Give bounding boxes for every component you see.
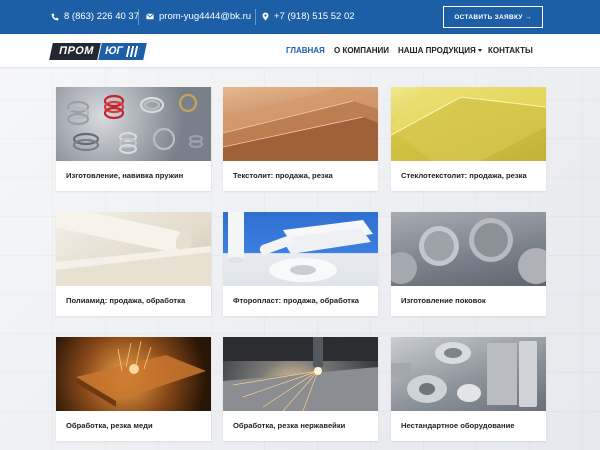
product-card-title: Стеклотекстолит: продажа, резка <box>401 171 527 180</box>
location-pin-icon <box>262 12 269 21</box>
product-card[interactable]: Изготовление, навивка пружин <box>56 87 211 191</box>
phone-2-text: +7 (918) 515 52 02 <box>274 11 355 22</box>
textolite-sheets-photo <box>223 87 378 161</box>
product-card[interactable]: Обработка, резка меди <box>56 337 211 441</box>
steel-cutting-photo <box>223 337 378 411</box>
divider <box>138 9 139 25</box>
nav-home[interactable]: ГЛАВНАЯ <box>286 46 325 55</box>
email-text: prom-yug4444@bk.ru <box>159 11 252 22</box>
product-card[interactable]: Текстолит: продажа, резка <box>223 87 378 191</box>
product-card-title: Полиамид: продажа, обработка <box>66 296 186 305</box>
product-card-title: Обработка, резка меди <box>66 421 153 430</box>
logo-part-2: ЮГ <box>98 43 147 60</box>
logo-stripes-icon <box>125 46 140 57</box>
product-card-title: Фторопласт: продажа, обработка <box>233 296 360 305</box>
custom-equipment-photo <box>391 337 546 411</box>
ptfe-parts-photo <box>223 212 378 286</box>
polyamide-rods-photo <box>56 212 211 286</box>
leave-request-button[interactable]: ОСТАВИТЬ ЗАЯВКУ → <box>443 6 543 28</box>
product-card[interactable]: Фторопласт: продажа, обработка <box>223 212 378 316</box>
top-bar: 8 (863) 226 40 37 prom-yug4444@bk.ru +7 … <box>0 0 600 34</box>
email[interactable]: prom-yug4444@bk.ru <box>146 11 251 22</box>
product-card[interactable]: Полиамид: продажа, обработка <box>56 212 211 316</box>
product-card[interactable]: Изготовление поковок <box>391 212 546 316</box>
product-card-title: Обработка, резка нержавейки <box>233 421 346 430</box>
nav-contacts[interactable]: КОНТАКТЫ <box>488 46 533 55</box>
chevron-down-icon <box>477 49 482 53</box>
product-card-title: Изготовление поковок <box>401 296 486 305</box>
product-card-title: Нестандартное оборудование <box>401 421 515 430</box>
product-card[interactable]: Стеклотекстолит: продажа, резка <box>391 87 546 191</box>
phone-1[interactable]: 8 (863) 226 40 37 <box>51 11 139 22</box>
copper-cutting-photo <box>56 337 211 411</box>
main-navbar: ПРОМ ЮГ ГЛАВНАЯ О КОМПАНИИ НАША ПРОДУКЦИ… <box>0 34 600 68</box>
envelope-icon <box>146 13 154 20</box>
divider <box>255 9 256 25</box>
phone-1-text: 8 (863) 226 40 37 <box>64 11 140 22</box>
product-card[interactable]: Нестандартное оборудование <box>391 337 546 441</box>
fiberglass-sheets-photo <box>391 87 546 161</box>
nav-about[interactable]: О КОМПАНИИ <box>334 46 389 55</box>
product-card[interactable]: Обработка, резка нержавейки <box>223 337 378 441</box>
products-section: Изготовление, навивка пружин Текстолит: … <box>0 69 600 450</box>
nav-products[interactable]: НАША ПРОДУКЦИЯ <box>398 46 482 55</box>
logo[interactable]: ПРОМ ЮГ <box>49 43 147 60</box>
product-card-title: Текстолит: продажа, резка <box>233 171 333 180</box>
springs-photo <box>56 87 211 161</box>
product-card-title: Изготовление, навивка пружин <box>66 171 184 180</box>
logo-part-2-text: ЮГ <box>103 45 124 57</box>
logo-part-1: ПРОМ <box>49 43 101 60</box>
forgings-photo <box>391 212 546 286</box>
phone-2[interactable]: +7 (918) 515 52 02 <box>262 11 355 22</box>
phone-icon <box>51 13 59 21</box>
nav-products-label: НАША ПРОДУКЦИЯ <box>398 46 476 55</box>
